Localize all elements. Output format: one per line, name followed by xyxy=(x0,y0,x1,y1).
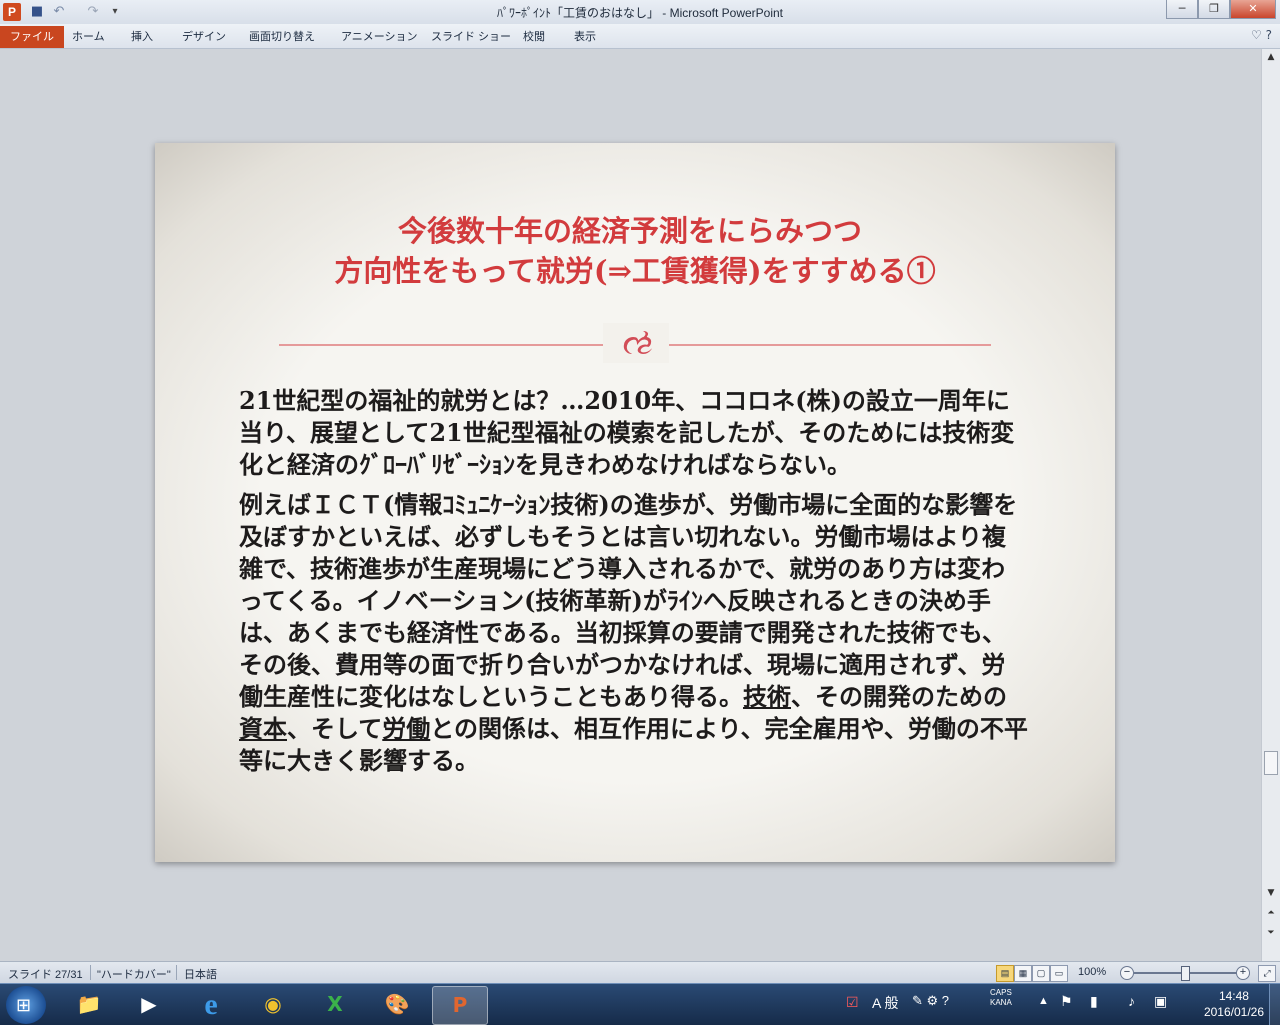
fit-to-window-icon[interactable]: ⤢ xyxy=(1258,965,1276,982)
zoom-out-icon[interactable]: − xyxy=(1120,966,1134,980)
reading-view-icon[interactable]: ▢ xyxy=(1032,965,1050,982)
tab-view[interactable]: 表示 xyxy=(570,27,600,47)
title-bar: P ■ ↶ ↷ ▾ ﾊﾟﾜｰﾎﾟｲﾝﾄ「工賃のおはなし」 - Microsoft… xyxy=(0,0,1280,25)
para2-text-a: 例えばＩＣＴ(情報ｺﾐｭﾆｹｰｼｮﾝ技術)の進歩が、労働市場に全面的な影響を及ぼ… xyxy=(239,490,1018,711)
clock-time: 14:48 xyxy=(1218,989,1249,1003)
slide-number: スライド 27/31 xyxy=(8,969,83,981)
system-clock[interactable]: 14:48 2016/01/26 xyxy=(1204,988,1264,1020)
security-tray-icon[interactable]: ☑ xyxy=(846,994,859,1011)
scroll-down-icon[interactable]: ▼ xyxy=(1262,885,1280,901)
theme-name: "ハードカバー" xyxy=(97,969,171,981)
network-icon[interactable]: ▣ xyxy=(1154,993,1167,1010)
slide-title[interactable]: 今後数十年の経済予測をにらみつつ 方向性をもって就労(⇒工賃獲得)をすすめる① xyxy=(155,211,1115,291)
minimize-button[interactable]: ─ xyxy=(1166,0,1198,19)
show-desktop-button[interactable] xyxy=(1269,984,1280,1025)
status-bar: スライド 27/31 "ハードカバー" 日本語 ▤ ▦ ▢ ▭ 100% − +… xyxy=(0,961,1280,984)
battery-icon[interactable]: ▮ xyxy=(1090,993,1098,1010)
kana-indicator: KANA xyxy=(990,998,1012,1007)
window-controls: ─ ❐ ✕ xyxy=(1166,0,1276,20)
tab-design[interactable]: デザイン xyxy=(178,27,230,47)
explorer-taskbar-icon[interactable]: 📁 xyxy=(62,986,116,1023)
tab-slideshow[interactable]: スライド ショー xyxy=(427,27,515,47)
caps-indicator: CAPS xyxy=(990,988,1012,997)
underlined-capital: 資本 xyxy=(239,714,287,743)
close-button[interactable]: ✕ xyxy=(1230,0,1276,19)
restore-button[interactable]: ❐ xyxy=(1198,0,1230,19)
windows-taskbar: ⊞ 📁 ▶ e ◉ X 🎨 P ☑ A 般 ✎ ⚙ ? CAPS KANA ▲ ⚑… xyxy=(0,983,1280,1025)
media-player-taskbar-icon[interactable]: ▶ xyxy=(122,986,176,1023)
tab-file[interactable]: ファイル xyxy=(0,26,64,48)
volume-icon[interactable]: ♪ xyxy=(1128,993,1135,1009)
window-title: ﾊﾟﾜｰﾎﾟｲﾝﾄ「工賃のおはなし」 - Microsoft PowerPoin… xyxy=(496,6,784,20)
tab-home[interactable]: ホーム xyxy=(68,27,109,47)
zoom-level[interactable]: 100% xyxy=(1078,966,1106,978)
normal-view-icon[interactable]: ▤ xyxy=(996,965,1014,982)
windows-logo-icon: ⊞ xyxy=(16,995,32,1016)
para2-text-c: 、そして xyxy=(287,714,383,743)
zoom-slider-thumb[interactable] xyxy=(1181,966,1190,981)
slideshow-view-icon[interactable]: ▭ xyxy=(1050,965,1068,982)
scroll-thumb[interactable] xyxy=(1264,751,1278,775)
ribbon-tabs: ファイル ホーム 挿入 デザイン 画面切り替え アニメーション スライド ショー… xyxy=(0,24,1280,49)
para2-text-b: 、その開発のための xyxy=(791,682,1007,711)
lock-keys-indicator: CAPS KANA xyxy=(990,988,1012,1008)
slide-canvas[interactable]: 今後数十年の経済予測をにらみつつ 方向性をもって就労(⇒工賃獲得)をすすめる① … xyxy=(155,143,1115,862)
body-paragraph-1: 21世紀型の福祉的就労とは？…2010年、ココロネ(株)の設立一周年に当り、展望… xyxy=(239,386,1015,479)
clock-date: 2016/01/26 xyxy=(1203,1005,1264,1019)
powerpoint-taskbar-icon[interactable]: P xyxy=(432,986,488,1025)
ime-mode[interactable]: A 般 xyxy=(872,993,898,1013)
flourish-ornament-icon: ઌ xyxy=(603,323,669,363)
language-indicator[interactable]: 日本語 xyxy=(184,966,217,982)
ime-tools-icon[interactable]: ✎ ⚙ ? xyxy=(912,993,949,1009)
slide-title-line1: 今後数十年の経済予測をにらみつつ xyxy=(397,214,862,248)
slide-body[interactable]: 21世紀型の福祉的就労とは？…2010年、ココロネ(株)の設立一周年に当り、展望… xyxy=(239,385,1029,785)
show-hidden-icons[interactable]: ▲ xyxy=(1038,995,1049,1007)
slide-sorter-icon[interactable]: ▦ xyxy=(1014,965,1032,982)
chrome-taskbar-icon[interactable]: ◉ xyxy=(246,986,300,1023)
help-icon[interactable]: ♡ ? xyxy=(1251,28,1272,42)
paint-taskbar-icon[interactable]: 🎨 xyxy=(370,986,424,1023)
next-slide-icon[interactable]: ⏷ xyxy=(1262,925,1280,941)
zoom-in-icon[interactable]: + xyxy=(1236,966,1250,980)
tab-insert[interactable]: 挿入 xyxy=(127,27,157,47)
tab-review[interactable]: 校閲 xyxy=(519,27,549,47)
action-center-icon[interactable]: ⚑ xyxy=(1060,993,1073,1010)
underlined-technology: 技術 xyxy=(743,682,791,711)
excel-taskbar-icon[interactable]: X xyxy=(308,986,362,1023)
internet-explorer-taskbar-icon[interactable]: e xyxy=(184,986,238,1023)
tab-animations[interactable]: アニメーション xyxy=(337,27,422,47)
body-paragraph-2: 例えばＩＣＴ(情報ｺﾐｭﾆｹｰｼｮﾝ技術)の進歩が、労働市場に全面的な影響を及ぼ… xyxy=(239,489,1029,777)
previous-slide-icon[interactable]: ⏶ xyxy=(1262,905,1280,921)
tab-transitions[interactable]: 画面切り替え xyxy=(245,27,319,47)
scroll-up-icon[interactable]: ▲ xyxy=(1262,49,1280,65)
underlined-labor: 労働 xyxy=(382,714,431,743)
vertical-scrollbar[interactable]: ▲ ▼ ⏶ ⏷ xyxy=(1261,49,1280,961)
slide-title-line2: 方向性をもって就労(⇒工賃獲得)をすすめる① xyxy=(334,254,936,288)
start-button[interactable]: ⊞ xyxy=(6,986,46,1024)
